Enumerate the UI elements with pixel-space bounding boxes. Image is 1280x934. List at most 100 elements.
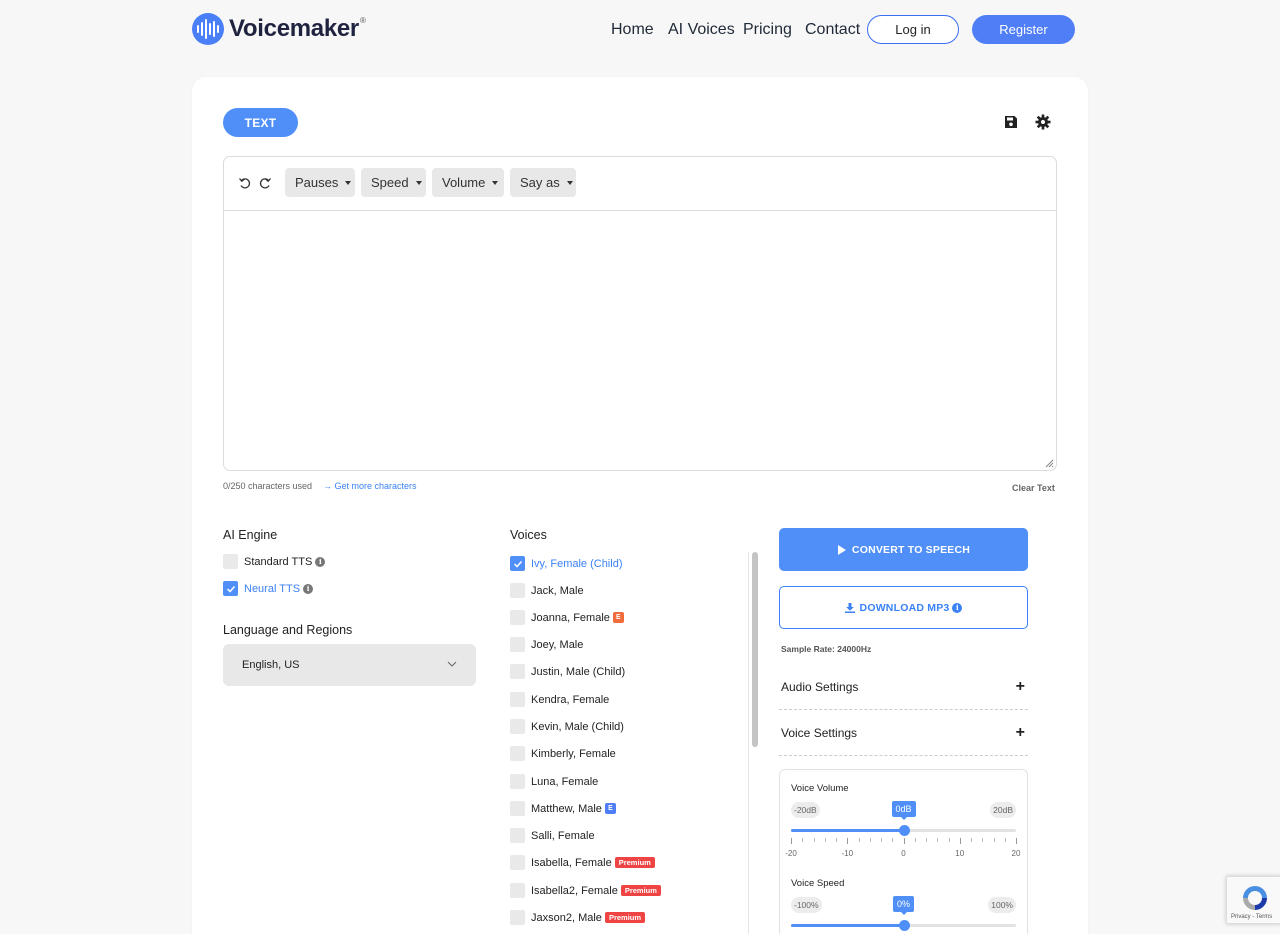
checkbox[interactable] (510, 855, 525, 870)
recaptcha-links[interactable]: Privacy - Terms (1231, 914, 1272, 920)
info-icon[interactable]: i (952, 602, 963, 613)
voice-item[interactable]: Salli, Female (510, 828, 595, 843)
volume-ticks (791, 838, 1017, 844)
voice-volume-slider[interactable] (791, 825, 1016, 836)
voices-scrollbar[interactable] (752, 552, 758, 747)
login-button[interactable]: Log in (867, 15, 959, 44)
pauses-label: Pauses (295, 175, 339, 190)
language-select[interactable]: English, US (223, 644, 476, 686)
voice-settings-toggle[interactable]: Voice Settings + (779, 710, 1028, 756)
checkbox[interactable] (510, 583, 525, 598)
recaptcha-badge[interactable]: Privacy - Terms (1226, 876, 1280, 924)
nav-contact[interactable]: Contact (805, 21, 860, 39)
voice-item[interactable]: Jaxson2, Male Premium (510, 910, 646, 925)
premium-badge: Premium (620, 885, 661, 896)
volume-tick (1016, 838, 1017, 844)
checkbox[interactable] (223, 554, 238, 569)
caret-down-icon (345, 180, 352, 185)
voice-volume-title: Voice Volume (791, 783, 849, 794)
voice-item[interactable]: Isabella2, Female Premium (510, 883, 661, 898)
volume-dropdown[interactable]: Volume (432, 168, 504, 197)
voices-scroll-track (748, 552, 749, 934)
redo-icon[interactable] (258, 176, 272, 190)
checkbox[interactable] (510, 664, 525, 679)
audio-settings-toggle[interactable]: Audio Settings + (779, 664, 1028, 710)
checkbox[interactable] (510, 883, 525, 898)
volume-slider-thumb[interactable] (898, 825, 910, 836)
voice-label: Isabella, Female (531, 856, 612, 869)
volume-tick (926, 838, 927, 842)
check-icon (226, 585, 235, 593)
chevron-down-icon (447, 661, 457, 667)
voice-label: Isabella2, Female (531, 884, 618, 897)
volume-tick (836, 838, 837, 842)
volume-tick (881, 838, 882, 842)
text-editor: Pauses Speed Volume Say as (223, 156, 1057, 471)
checkbox[interactable] (510, 719, 525, 734)
register-button[interactable]: Register (972, 15, 1075, 44)
volume-label: Volume (442, 175, 486, 190)
voice-item[interactable]: Luna, Female (510, 774, 598, 789)
get-more-characters-link[interactable]: → Get more characters (323, 481, 417, 491)
neural-tts-option[interactable]: Neural TTS i (223, 581, 314, 596)
voice-item[interactable]: Justin, Male (Child) (510, 664, 625, 679)
tab-text[interactable]: TEXT (223, 108, 298, 137)
voice-item[interactable]: Joanna, Female E (510, 610, 624, 625)
volume-tick (937, 838, 939, 842)
info-icon[interactable]: i (315, 556, 326, 567)
info-icon[interactable]: i (303, 583, 314, 594)
checkbox[interactable] (510, 610, 525, 625)
neural-tts-label: Neural TTS (244, 582, 301, 595)
volume-tick-label: -10 (841, 849, 854, 858)
voice-item[interactable]: Matthew, Male E (510, 801, 616, 816)
voice-item[interactable]: Kendra, Female (510, 692, 609, 707)
brand-logo[interactable]: Voicemaker ® (192, 13, 366, 45)
checkbox[interactable] (510, 774, 525, 789)
volume-tick (824, 838, 826, 842)
nav-home[interactable]: Home (611, 21, 654, 39)
voice-label: Salli, Female (531, 829, 595, 842)
checkbox-checked[interactable] (223, 581, 238, 596)
voice-item[interactable]: Kimberly, Female (510, 746, 616, 761)
speed-min-label: -100% (791, 897, 822, 913)
resize-handle-icon[interactable] (1044, 458, 1054, 468)
voice-item[interactable]: Ivy, Female (Child) (510, 556, 622, 571)
nav-pricing[interactable]: Pricing (743, 21, 792, 39)
voice-item[interactable]: Jack, Male (510, 583, 584, 598)
gear-icon[interactable] (1035, 114, 1051, 130)
volume-value-bubble: 0dB (891, 801, 916, 820)
voice-speed-slider[interactable] (791, 920, 1016, 931)
checkbox[interactable] (510, 746, 525, 761)
voice-item[interactable]: Kevin, Male (Child) (510, 719, 624, 734)
voice-label: Kevin, Male (Child) (531, 720, 624, 733)
standard-tts-option[interactable]: Standard TTS i (223, 554, 326, 569)
checkbox[interactable] (510, 692, 525, 707)
voice-item[interactable]: Isabella, Female Premium (510, 855, 655, 870)
recaptcha-icon (1243, 886, 1267, 910)
clear-text-button[interactable]: Clear Text (1012, 483, 1055, 493)
checkbox[interactable] (510, 801, 525, 816)
text-input-area[interactable] (224, 211, 1056, 470)
checkbox[interactable] (510, 828, 525, 843)
plus-icon: + (1015, 677, 1025, 695)
checkbox-checked[interactable] (510, 556, 525, 571)
convert-to-speech-button[interactable]: CONVERT TO SPEECH (779, 528, 1028, 571)
speed-dropdown[interactable]: Speed (361, 168, 426, 197)
say-as-dropdown[interactable]: Say as (510, 168, 576, 197)
voice-label: Justin, Male (Child) (531, 665, 626, 678)
standard-tts-label: Standard TTS (244, 555, 313, 568)
checkbox[interactable] (510, 910, 525, 925)
volume-tick-label: -20 (785, 849, 797, 858)
engine-badge: E (604, 803, 616, 814)
checkbox[interactable] (510, 637, 525, 652)
volume-tick-label: 20 (1011, 849, 1021, 858)
speed-slider-thumb[interactable] (898, 920, 910, 931)
undo-icon[interactable] (238, 176, 252, 190)
nav-ai-voices[interactable]: AI Voices (668, 21, 735, 39)
volume-tick (982, 838, 984, 842)
download-mp3-button[interactable]: DOWNLOAD MP3 i (779, 586, 1028, 629)
save-icon[interactable] (1004, 115, 1018, 129)
language-value: English, US (242, 659, 300, 671)
pauses-dropdown[interactable]: Pauses (285, 168, 355, 197)
voice-item[interactable]: Joey, Male (510, 637, 583, 652)
